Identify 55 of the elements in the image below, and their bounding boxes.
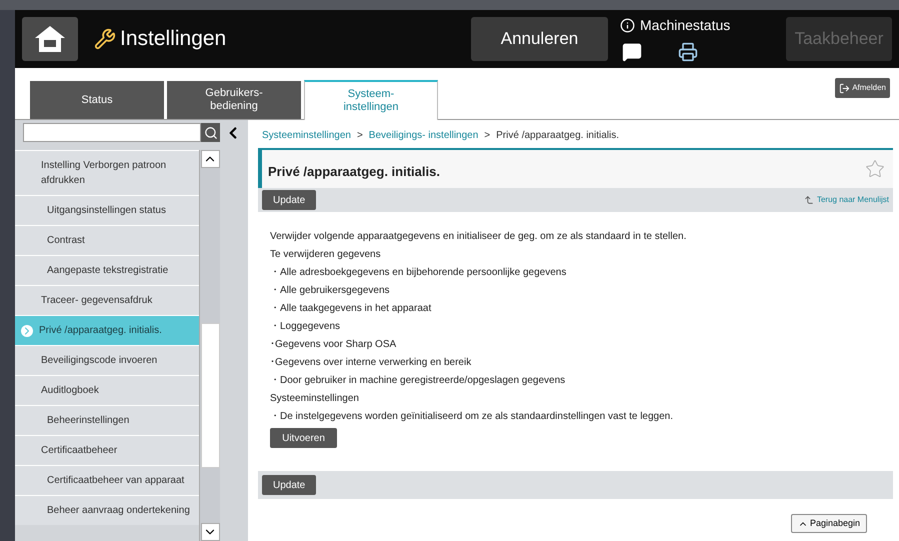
return-arrow-icon [804, 195, 814, 205]
screen-title: Instellingen [120, 26, 226, 52]
menu-item[interactable]: Uitgangsinstellingen status [15, 195, 199, 225]
body-text: ・De instelgegevens worden geïnitialiseerd om ze als standaardinstellingen vast te leggen. [270, 410, 674, 424]
update-button[interactable]: Update [262, 475, 316, 495]
message-icon[interactable] [622, 42, 642, 62]
body-text: ・Loggegevens [270, 320, 342, 334]
body-text: Te verwijderen gegevens [270, 248, 382, 262]
home-button[interactable] [22, 17, 78, 61]
body-text: Verwijder volgende apparaatgegevens en initialiseer de geg. om ze als standaard in te stellen. [270, 230, 688, 244]
menu-item[interactable]: Privé /apparaatgeg. initialis. [15, 315, 199, 345]
top-of-page-button[interactable]: Paginabegin [790, 514, 867, 533]
tools-icon [94, 28, 116, 50]
breadcrumb-current: Privé /apparaatgeg. initialis. [496, 128, 619, 142]
menu-item[interactable]: Beheer aanvraag ondertekening [15, 495, 199, 525]
menu-item[interactable]: Instelling Verborgen patroon afdrukken [15, 150, 199, 195]
menu-item[interactable]: Contrast [15, 225, 199, 255]
scroll-down-button[interactable] [200, 523, 220, 541]
breadcrumb-separator: > [356, 128, 363, 142]
search-button[interactable] [201, 123, 221, 142]
search-icon [204, 126, 218, 140]
body-text: ・Alle gebruikersgegevens [270, 284, 391, 298]
body-text: ･Gegevens voor Sharp OSA [270, 338, 398, 352]
logout-button[interactable]: Afmelden [835, 78, 890, 98]
cancel-button[interactable]: Annuleren [471, 17, 608, 61]
breadcrumb-link[interactable]: Beveiligings- instellingen [368, 128, 478, 142]
info-icon [620, 18, 635, 33]
settings-tab[interactable]: Systeem- instellingen [304, 80, 438, 120]
printer-icon[interactable] [678, 42, 698, 62]
body-text: ・Door gebruiker in machine geregistreerde/opgeslagen gegevens [270, 374, 566, 388]
body-text: ・Alle taakgegevens in het apparaat [270, 302, 432, 316]
settings-tab[interactable]: Status [30, 81, 164, 119]
body-text: ･Gegevens over interne verwerking en bereik [270, 356, 472, 370]
star-icon[interactable] [865, 159, 885, 179]
menu-item[interactable]: Auditlogboek [15, 375, 199, 405]
execute-button[interactable]: Uitvoeren [270, 428, 337, 448]
breadcrumb-separator: > [484, 128, 490, 142]
breadcrumb-link[interactable]: Systeeminstellingen [262, 128, 351, 142]
menu-item[interactable]: Beveiligingscode invoeren [15, 345, 199, 375]
menu-item[interactable]: Beheerinstellingen [15, 405, 199, 435]
menu-item[interactable]: Certificaatbeheer [15, 435, 199, 465]
scrollbar-thumb[interactable] [200, 323, 220, 468]
update-button[interactable]: Update [262, 190, 316, 210]
body-text: Systeeminstellingen [270, 392, 360, 406]
menu-item[interactable]: Certificaatbeheer van apparaat [15, 465, 199, 495]
menu-item[interactable]: Traceer- gegevensafdruk [15, 285, 199, 315]
machine-status-label[interactable]: Machinestatus [640, 15, 730, 36]
logout-icon [839, 82, 850, 94]
menu-item[interactable]: Aangepaste tekstregistratie [15, 255, 199, 285]
scroll-up-button[interactable] [200, 150, 220, 168]
settings-tab[interactable]: Gebruikers- bediening [167, 81, 301, 119]
search-field[interactable] [23, 123, 201, 142]
home-icon [33, 24, 67, 54]
body-text: ・Alle adresboekgegevens en bijbehorende persoonlijke gegevens [270, 266, 568, 280]
page-title: Privé /apparaatgeg. initialis. [268, 163, 440, 182]
